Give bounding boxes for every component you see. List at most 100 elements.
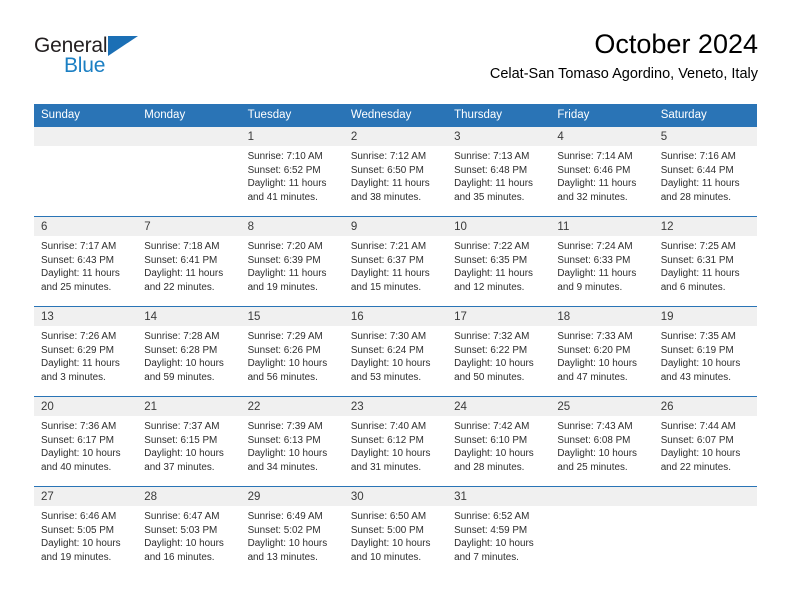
calendar-day-cell[interactable]: 2 Sunrise: 7:12 AM Sunset: 6:50 PM Daylight…	[343, 126, 448, 217]
day-detail-line: Sunset: 5:02 PM	[247, 524, 321, 536]
day-cell-details: Sunrise: 7:35 AM Sunset: 6:19 PM Daylight:…	[654, 326, 757, 384]
calendar-day-cell[interactable]: 19 Sunrise: 7:35 AM Sunset: 6:19 PM Dayligh…	[653, 306, 757, 397]
brand-logo: General Blue	[34, 34, 214, 86]
day-detail-line: Daylight: 10 hours	[41, 538, 121, 550]
calendar-week-row: 1 Sunrise: 7:10 AM Sunset: 6:52 PM Daylight…	[34, 126, 757, 217]
calendar-day-cell[interactable]: 7 Sunrise: 7:18 AM Sunset: 6:41 PM Daylight…	[137, 216, 241, 307]
day-number: 12	[653, 217, 757, 236]
day-detail-line: and 7 minutes.	[454, 551, 519, 563]
calendar-day-cell[interactable]: 31 Sunrise: 6:52 AM Sunset: 4:59 PM Dayligh…	[447, 486, 551, 577]
day-cell-details: Sunrise: 7:32 AM Sunset: 6:22 PM Daylight:…	[447, 326, 550, 384]
calendar-day-cell[interactable]: 8 Sunrise: 7:20 AM Sunset: 6:39 PM Daylight…	[240, 216, 344, 307]
day-detail-line: Sunrise: 7:35 AM	[660, 331, 736, 342]
day-detail-line: Sunset: 6:17 PM	[41, 434, 115, 446]
calendar-day-cell[interactable]: 28 Sunrise: 6:47 AM Sunset: 5:03 PM Dayligh…	[137, 486, 241, 577]
day-cell-inner: 26 Sunrise: 7:44 AM Sunset: 6:07 PM Dayligh…	[653, 397, 757, 485]
calendar-day-cell[interactable]: 12 Sunrise: 7:25 AM Sunset: 6:31 PM Dayligh…	[653, 216, 757, 307]
day-detail-line: Sunrise: 7:26 AM	[41, 331, 117, 342]
day-detail-line: and 53 minutes.	[350, 371, 422, 383]
day-detail-line: and 43 minutes.	[660, 371, 731, 383]
day-detail-line: Daylight: 10 hours	[247, 448, 328, 460]
day-detail-line: Daylight: 11 hours	[144, 268, 224, 280]
day-detail-line: Sunset: 6:26 PM	[247, 344, 321, 356]
day-detail-line: Sunrise: 7:37 AM	[144, 421, 220, 432]
day-cell-inner: 27 Sunrise: 6:46 AM Sunset: 5:05 PM Dayligh…	[34, 487, 138, 575]
day-cell-details	[654, 506, 757, 510]
brand-name-blue: Blue	[64, 54, 106, 77]
calendar-day-cell[interactable]: 1 Sunrise: 7:10 AM Sunset: 6:52 PM Daylight…	[240, 126, 344, 217]
calendar-day-cell[interactable]: 10 Sunrise: 7:22 AM Sunset: 6:35 PM Dayligh…	[447, 216, 551, 307]
day-detail-line: Sunset: 6:19 PM	[660, 344, 734, 356]
day-detail-line: Sunrise: 7:17 AM	[41, 241, 117, 252]
calendar-week-row: 20 Sunrise: 7:36 AM Sunset: 6:17 PM Dayligh…	[34, 396, 757, 487]
calendar-day-cell-empty	[34, 126, 138, 217]
day-number: 9	[343, 217, 448, 236]
weekday-header-thursday: Thursday	[447, 104, 551, 127]
day-cell-inner: 24 Sunrise: 7:42 AM Sunset: 6:10 PM Dayligh…	[447, 397, 551, 485]
day-cell-inner: 21 Sunrise: 7:37 AM Sunset: 6:15 PM Dayligh…	[137, 397, 241, 485]
day-detail-line: and 19 minutes.	[247, 281, 318, 293]
day-number: 20	[34, 397, 138, 416]
day-detail-line: Sunrise: 7:42 AM	[454, 421, 530, 432]
day-detail-line: Sunrise: 7:30 AM	[350, 331, 427, 342]
calendar-day-cell[interactable]: 15 Sunrise: 7:29 AM Sunset: 6:26 PM Dayligh…	[240, 306, 344, 397]
day-detail-line: and 41 minutes.	[247, 191, 318, 203]
calendar-day-cell[interactable]: 16 Sunrise: 7:30 AM Sunset: 6:24 PM Dayligh…	[343, 306, 448, 397]
calendar-day-cell[interactable]: 11 Sunrise: 7:24 AM Sunset: 6:33 PM Dayligh…	[550, 216, 654, 307]
calendar-day-cell[interactable]: 20 Sunrise: 7:36 AM Sunset: 6:17 PM Dayligh…	[34, 396, 138, 487]
calendar-day-cell[interactable]: 18 Sunrise: 7:33 AM Sunset: 6:20 PM Dayligh…	[550, 306, 654, 397]
day-number: 21	[137, 397, 241, 416]
calendar-page: General Blue October 2024 Celat-San Toma…	[0, 0, 792, 612]
day-detail-line: and 28 minutes.	[660, 191, 731, 203]
calendar-day-cell[interactable]: 21 Sunrise: 7:37 AM Sunset: 6:15 PM Dayligh…	[137, 396, 241, 487]
day-cell-details: Sunrise: 7:17 AM Sunset: 6:43 PM Daylight:…	[34, 236, 137, 294]
calendar-day-cell[interactable]: 27 Sunrise: 6:46 AM Sunset: 5:05 PM Dayligh…	[34, 486, 138, 577]
day-number: 24	[447, 397, 551, 416]
day-detail-line: Sunrise: 7:28 AM	[144, 331, 220, 342]
weekday-header-friday: Friday	[550, 104, 654, 127]
day-number	[653, 487, 757, 506]
day-cell-inner: 4 Sunrise: 7:14 AM Sunset: 6:46 PM Daylight…	[550, 127, 654, 215]
day-cell-details: Sunrise: 7:25 AM Sunset: 6:31 PM Daylight:…	[654, 236, 757, 294]
day-number: 27	[34, 487, 138, 506]
day-detail-line: Sunset: 6:12 PM	[350, 434, 424, 446]
day-detail-line: Sunrise: 7:12 AM	[350, 151, 427, 162]
calendar-day-cell[interactable]: 29 Sunrise: 6:49 AM Sunset: 5:02 PM Dayligh…	[240, 486, 344, 577]
day-cell-inner: 3 Sunrise: 7:13 AM Sunset: 6:48 PM Daylight…	[447, 127, 551, 215]
day-detail-line: Daylight: 11 hours	[350, 178, 430, 190]
day-detail-line: Daylight: 10 hours	[350, 448, 431, 460]
day-detail-line: and 38 minutes.	[350, 191, 422, 203]
calendar-day-cell[interactable]: 25 Sunrise: 7:43 AM Sunset: 6:08 PM Dayligh…	[550, 396, 654, 487]
calendar-day-cell[interactable]: 26 Sunrise: 7:44 AM Sunset: 6:07 PM Dayligh…	[653, 396, 757, 487]
day-number: 6	[34, 217, 138, 236]
calendar-day-cell-empty	[550, 486, 654, 577]
day-detail-line: and 31 minutes.	[350, 461, 422, 473]
day-cell-inner: 13 Sunrise: 7:26 AM Sunset: 6:29 PM Dayligh…	[34, 307, 138, 395]
day-number: 29	[240, 487, 344, 506]
calendar-day-cell[interactable]: 6 Sunrise: 7:17 AM Sunset: 6:43 PM Daylight…	[34, 216, 138, 307]
calendar-day-cell[interactable]: 9 Sunrise: 7:21 AM Sunset: 6:37 PM Daylight…	[343, 216, 448, 307]
day-cell-inner: 25 Sunrise: 7:43 AM Sunset: 6:08 PM Dayligh…	[550, 397, 654, 485]
day-number: 18	[550, 307, 654, 326]
calendar-day-cell[interactable]: 5 Sunrise: 7:16 AM Sunset: 6:44 PM Daylight…	[653, 126, 757, 217]
day-number: 8	[240, 217, 344, 236]
day-detail-line: and 22 minutes.	[144, 281, 215, 293]
calendar-day-cell[interactable]: 14 Sunrise: 7:28 AM Sunset: 6:28 PM Dayligh…	[137, 306, 241, 397]
day-number: 23	[343, 397, 448, 416]
day-detail-line: Sunset: 6:48 PM	[454, 164, 528, 176]
day-detail-line: Sunset: 6:24 PM	[350, 344, 424, 356]
calendar-day-cell[interactable]: 22 Sunrise: 7:39 AM Sunset: 6:13 PM Dayligh…	[240, 396, 344, 487]
calendar-day-cell[interactable]: 24 Sunrise: 7:42 AM Sunset: 6:10 PM Dayligh…	[447, 396, 551, 487]
day-cell-details: Sunrise: 6:46 AM Sunset: 5:05 PM Daylight:…	[34, 506, 137, 564]
calendar-day-cell[interactable]: 3 Sunrise: 7:13 AM Sunset: 6:48 PM Daylight…	[447, 126, 551, 217]
day-detail-line: Sunset: 6:13 PM	[247, 434, 321, 446]
calendar-day-cell[interactable]: 23 Sunrise: 7:40 AM Sunset: 6:12 PM Dayligh…	[343, 396, 448, 487]
day-cell-details: Sunrise: 6:49 AM Sunset: 5:02 PM Daylight:…	[241, 506, 344, 564]
calendar-day-cell[interactable]: 13 Sunrise: 7:26 AM Sunset: 6:29 PM Dayligh…	[34, 306, 138, 397]
calendar-day-cell[interactable]: 4 Sunrise: 7:14 AM Sunset: 6:46 PM Daylight…	[550, 126, 654, 217]
day-detail-line: Sunset: 5:03 PM	[144, 524, 218, 536]
calendar-day-cell[interactable]: 17 Sunrise: 7:32 AM Sunset: 6:22 PM Dayligh…	[447, 306, 551, 397]
day-detail-line: and 10 minutes.	[350, 551, 422, 563]
day-detail-line: Sunset: 6:33 PM	[557, 254, 631, 266]
calendar-day-cell[interactable]: 30 Sunrise: 6:50 AM Sunset: 5:00 PM Dayligh…	[343, 486, 448, 577]
